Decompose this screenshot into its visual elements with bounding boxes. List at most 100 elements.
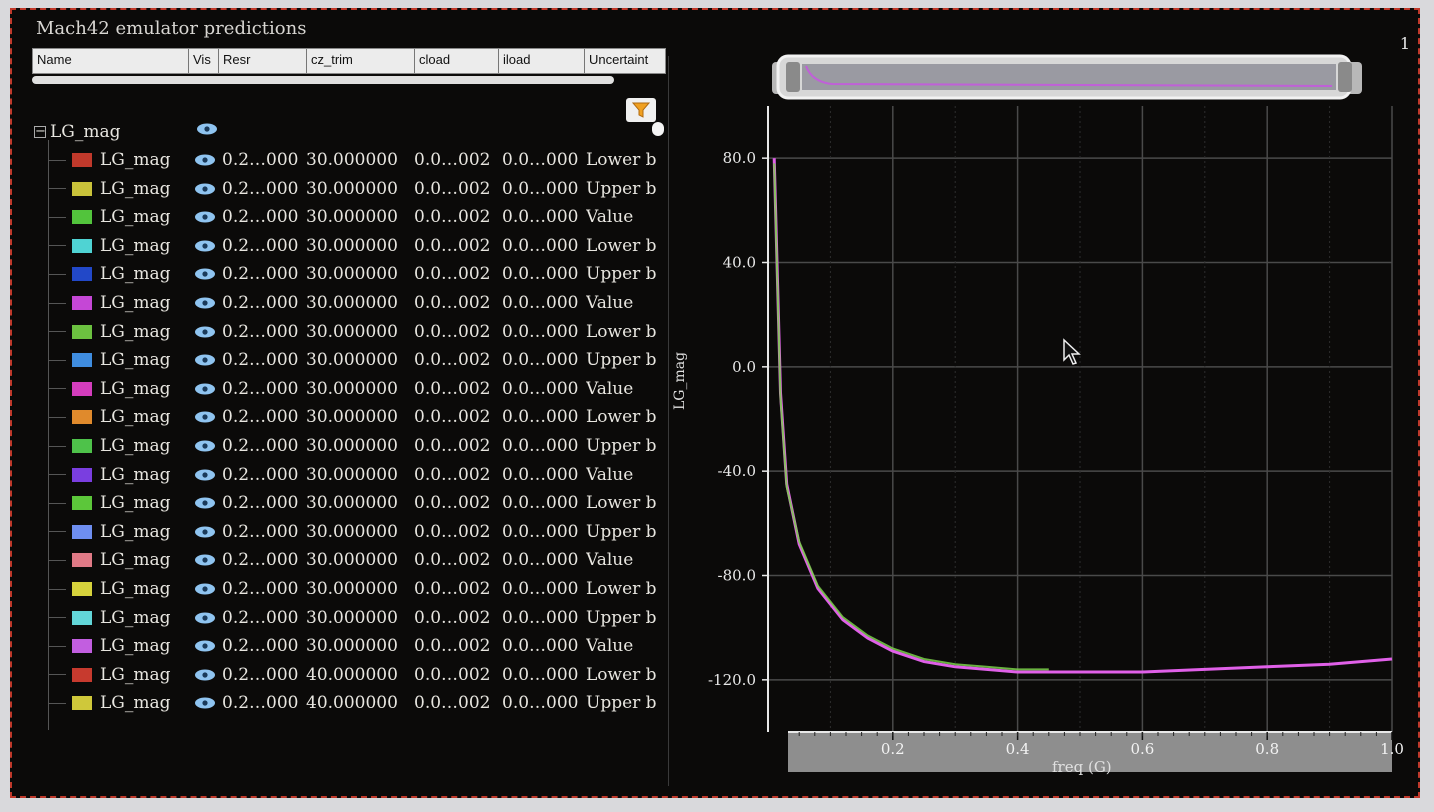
visibility-toggle[interactable] xyxy=(194,439,222,453)
visibility-toggle[interactable] xyxy=(194,611,222,625)
series-row[interactable]: LG_mag 0.2…000 40.000000 0.0…002 0.0…000 Lowe… xyxy=(48,661,668,689)
y-tick-label: -120.0 xyxy=(708,671,756,689)
visibility-toggle[interactable] xyxy=(194,182,222,196)
eye-icon[interactable] xyxy=(194,296,216,310)
vertical-scrollbar[interactable] xyxy=(652,122,664,136)
eye-icon[interactable] xyxy=(194,267,216,281)
x-tick-label: 0.8 xyxy=(1255,740,1279,758)
color-swatch xyxy=(72,639,92,654)
visibility-toggle[interactable] xyxy=(194,468,222,482)
visibility-toggle[interactable] xyxy=(194,325,222,339)
cell-uncertainty: Lower b xyxy=(586,235,656,256)
cell-cz-trim: 30.000000 xyxy=(306,493,398,514)
panel-divider[interactable] xyxy=(668,56,669,786)
y-tick-label: -80.0 xyxy=(718,567,756,585)
visibility-toggle[interactable] xyxy=(194,639,222,653)
visibility-toggle[interactable] xyxy=(194,696,222,710)
series-row[interactable]: LG_mag 0.2…000 30.000000 0.0…002 0.0…000 Valu… xyxy=(48,375,668,403)
cell-cload: 0.0…002 xyxy=(414,407,491,428)
header-cz-trim[interactable]: cz_trim xyxy=(307,49,415,73)
header-resr[interactable]: Resr xyxy=(219,49,307,73)
eye-icon[interactable] xyxy=(194,182,216,196)
series-row[interactable]: LG_mag 0.2…000 30.000000 0.0…002 0.0…000 Valu… xyxy=(48,546,668,574)
series-row[interactable]: LG_mag 0.2…000 30.000000 0.0…002 0.0…000 Lowe… xyxy=(48,232,668,260)
cell-uncertainty: Value xyxy=(586,293,634,313)
series-name: LG_mag xyxy=(100,636,171,657)
series-row[interactable]: LG_mag 0.2…000 30.000000 0.0…002 0.0…000 Valu… xyxy=(48,461,668,489)
eye-icon[interactable] xyxy=(196,122,218,136)
series-row[interactable]: LG_mag 0.2…000 30.000000 0.0…002 0.0…000 Lowe… xyxy=(48,403,668,431)
visibility-toggle[interactable] xyxy=(194,267,222,281)
eye-icon[interactable] xyxy=(194,153,216,167)
eye-icon[interactable] xyxy=(194,611,216,625)
eye-icon[interactable] xyxy=(194,582,216,596)
visibility-toggle[interactable] xyxy=(194,668,222,682)
series-row[interactable]: LG_mag 0.2…000 30.000000 0.0…002 0.0…000 Uppe… xyxy=(48,518,668,546)
cell-uncertainty: Upper b xyxy=(586,350,656,371)
visibility-toggle[interactable] xyxy=(194,496,222,510)
eye-icon[interactable] xyxy=(194,468,216,482)
eye-icon[interactable] xyxy=(194,439,216,453)
series-row[interactable]: LG_mag 0.2…000 30.000000 0.0…002 0.0…000 Uppe… xyxy=(48,604,668,632)
eye-icon[interactable] xyxy=(194,639,216,653)
series-row[interactable]: LG_mag 0.2…000 30.000000 0.0…002 0.0…000 Uppe… xyxy=(48,346,668,374)
series-row[interactable]: LG_mag 0.2…000 30.000000 0.0…002 0.0…000 Valu… xyxy=(48,289,668,317)
visibility-toggle[interactable] xyxy=(194,582,222,596)
cell-cz-trim: 30.000000 xyxy=(306,521,398,542)
plot-area[interactable]: 80.0 40.0 0.0 -40.0 -80.0 -120.0 0.2 0.4 0.6 0.8 1… xyxy=(672,96,1412,796)
cell-resr: 0.2…000 xyxy=(222,235,299,256)
cell-cz-trim: 30.000000 xyxy=(306,436,398,456)
eye-icon[interactable] xyxy=(194,239,216,253)
series-row[interactable]: LG_mag 0.2…000 30.000000 0.0…002 0.0…000 Lowe… xyxy=(48,146,668,174)
series-row[interactable]: LG_mag 0.2…000 30.000000 0.0…002 0.0…000 Valu… xyxy=(48,203,668,231)
visibility-toggle[interactable] xyxy=(194,553,222,567)
cell-cz-trim: 30.000000 xyxy=(306,264,398,285)
eye-icon[interactable] xyxy=(194,696,216,710)
eye-icon[interactable] xyxy=(194,496,216,510)
series-name: LG_mag xyxy=(100,407,171,428)
eye-icon[interactable] xyxy=(194,668,216,682)
cell-cload: 0.0…002 xyxy=(414,493,491,514)
visibility-toggle[interactable] xyxy=(194,296,222,310)
cell-iload: 0.0…000 xyxy=(502,521,579,542)
eye-icon[interactable] xyxy=(194,525,216,539)
color-swatch xyxy=(72,296,92,310)
series-row[interactable]: LG_mag 0.2…000 40.000000 0.0…002 0.0…000 Uppe… xyxy=(48,689,668,717)
visibility-toggle[interactable] xyxy=(194,239,222,253)
filter-button[interactable] xyxy=(626,98,656,122)
visibility-toggle[interactable] xyxy=(194,353,222,367)
visibility-toggle[interactable] xyxy=(194,382,222,396)
header-uncertainty[interactable]: Uncertaint xyxy=(585,49,665,73)
color-swatch xyxy=(72,582,92,596)
collapse-toggle[interactable]: − xyxy=(34,125,46,138)
series-row[interactable]: LG_mag 0.2…000 30.000000 0.0…002 0.0…000 Valu… xyxy=(48,632,668,660)
eye-icon[interactable] xyxy=(194,210,216,224)
cell-uncertainty: Upper b xyxy=(586,436,656,456)
series-row[interactable]: LG_mag 0.2…000 30.000000 0.0…002 0.0…000 Lowe… xyxy=(48,318,668,346)
eye-icon[interactable] xyxy=(194,353,216,367)
header-name[interactable]: Name xyxy=(33,49,189,73)
tree-root[interactable]: − LG_mag xyxy=(34,120,121,144)
series-name: LG_mag xyxy=(100,664,171,685)
header-cload[interactable]: cload xyxy=(415,49,499,73)
visibility-toggle[interactable] xyxy=(194,525,222,539)
eye-icon[interactable] xyxy=(194,553,216,567)
series-row[interactable]: LG_mag 0.2…000 30.000000 0.0…002 0.0…000 Uppe… xyxy=(48,432,668,460)
cell-iload: 0.0…000 xyxy=(502,636,579,657)
eye-icon[interactable] xyxy=(194,410,216,424)
color-swatch xyxy=(72,153,92,167)
visibility-toggle[interactable] xyxy=(194,210,222,224)
series-row[interactable]: LG_mag 0.2…000 30.000000 0.0…002 0.0…000 Lowe… xyxy=(48,489,668,517)
series-row[interactable]: LG_mag 0.2…000 30.000000 0.0…002 0.0…000 Uppe… xyxy=(48,260,668,288)
eye-icon[interactable] xyxy=(194,382,216,396)
eye-icon[interactable] xyxy=(194,325,216,339)
visibility-toggle[interactable] xyxy=(194,153,222,167)
series-row[interactable]: LG_mag 0.2…000 30.000000 0.0…002 0.0…000 Uppe… xyxy=(48,175,668,203)
horizontal-scrollbar[interactable] xyxy=(32,76,614,84)
visibility-toggle[interactable] xyxy=(194,410,222,424)
series-row[interactable]: LG_mag 0.2…000 30.000000 0.0…002 0.0…000 Lowe… xyxy=(48,575,668,603)
header-iload[interactable]: iload xyxy=(499,49,585,73)
range-overview[interactable] xyxy=(772,54,1362,100)
header-vis[interactable]: Vis xyxy=(189,49,219,73)
cell-cload: 0.0…002 xyxy=(414,693,491,714)
